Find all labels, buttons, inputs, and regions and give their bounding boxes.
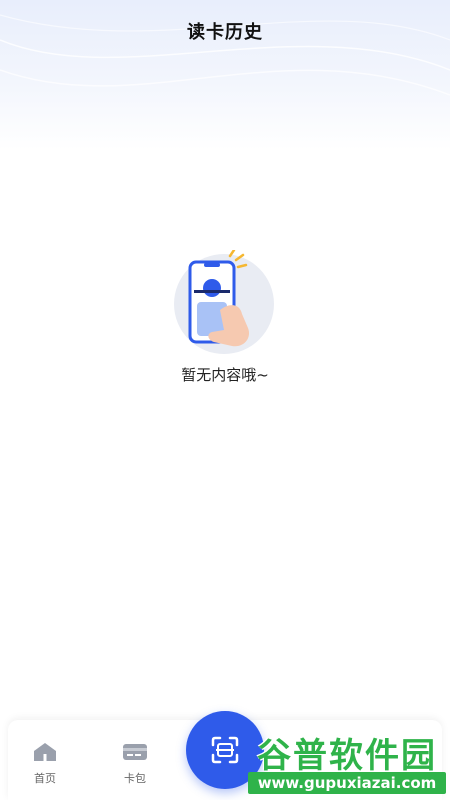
nav-item-card-wallet[interactable]: 卡包	[105, 742, 165, 786]
watermark-url: www.gupuxiazai.com	[248, 772, 446, 794]
phone-read-card-icon	[168, 248, 280, 355]
nav-item-label: 卡包	[124, 772, 146, 785]
empty-state-message: 暂无内容哦~	[181, 366, 269, 384]
nav-item-label: 首页	[34, 772, 56, 785]
home-icon	[15, 742, 75, 766]
page-title: 读卡历史	[187, 22, 263, 43]
scan-card-icon	[211, 736, 239, 764]
card-wallet-icon	[105, 742, 165, 766]
watermark-title: 谷普软件园	[257, 736, 437, 776]
screen: 读卡历史 暂无内容哦~ 首页 卡包 谷普软件园 www.gupuxiazai.c…	[0, 0, 450, 800]
nav-item-home[interactable]: 首页	[15, 742, 75, 786]
watermark: 谷普软件园 www.gupuxiazai.com	[248, 728, 446, 798]
